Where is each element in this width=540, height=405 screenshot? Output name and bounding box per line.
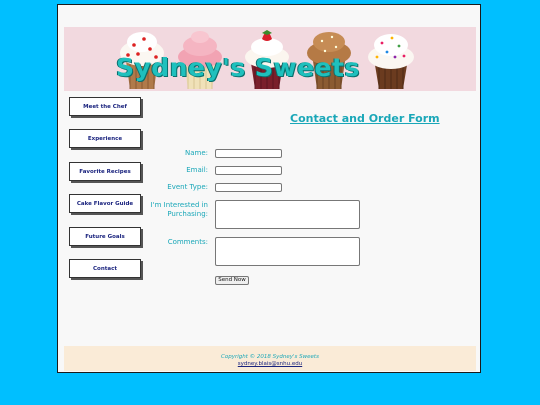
interest-textarea[interactable]	[215, 200, 360, 229]
nav-cake-flavor-guide[interactable]: Cake Flavor Guide	[69, 194, 141, 213]
name-input[interactable]	[215, 149, 282, 158]
footer: Copyright © 2018 Sydney's Sweets sydney.…	[64, 346, 476, 371]
form-title: Contact and Order Form	[290, 112, 440, 125]
comments-label: Comments:	[167, 238, 208, 246]
nav-meet-the-chef[interactable]: Meet the Chef	[69, 97, 141, 116]
interest-label: I'm Interested in Purchasing:	[150, 201, 208, 218]
nav-favorite-recipes[interactable]: Favorite Recipes	[69, 162, 141, 181]
copyright-text: Copyright © 2018 Sydney's Sweets	[221, 354, 319, 360]
event-type-input[interactable]	[215, 183, 282, 192]
nav-experience[interactable]: Experience	[69, 129, 141, 148]
send-now-button[interactable]: Send Now	[215, 276, 249, 285]
footer-email-link[interactable]: sydney.blais@snhu.edu	[64, 361, 476, 367]
event-type-label: Event Type:	[167, 183, 208, 191]
cupcake-image-5	[368, 34, 414, 89]
nav-contact[interactable]: Contact	[69, 259, 141, 278]
email-label: Email:	[186, 166, 208, 174]
email-input[interactable]	[215, 166, 282, 175]
site-title: Sydney's Sweets	[116, 53, 360, 82]
name-label: Name:	[184, 149, 208, 157]
page-container: Sydney's Sweets Meet the Chef Experience…	[57, 4, 481, 373]
comments-textarea[interactable]	[215, 237, 360, 266]
header-banner: Sydney's Sweets	[64, 27, 476, 91]
nav-future-goals[interactable]: Future Goals	[69, 227, 141, 246]
